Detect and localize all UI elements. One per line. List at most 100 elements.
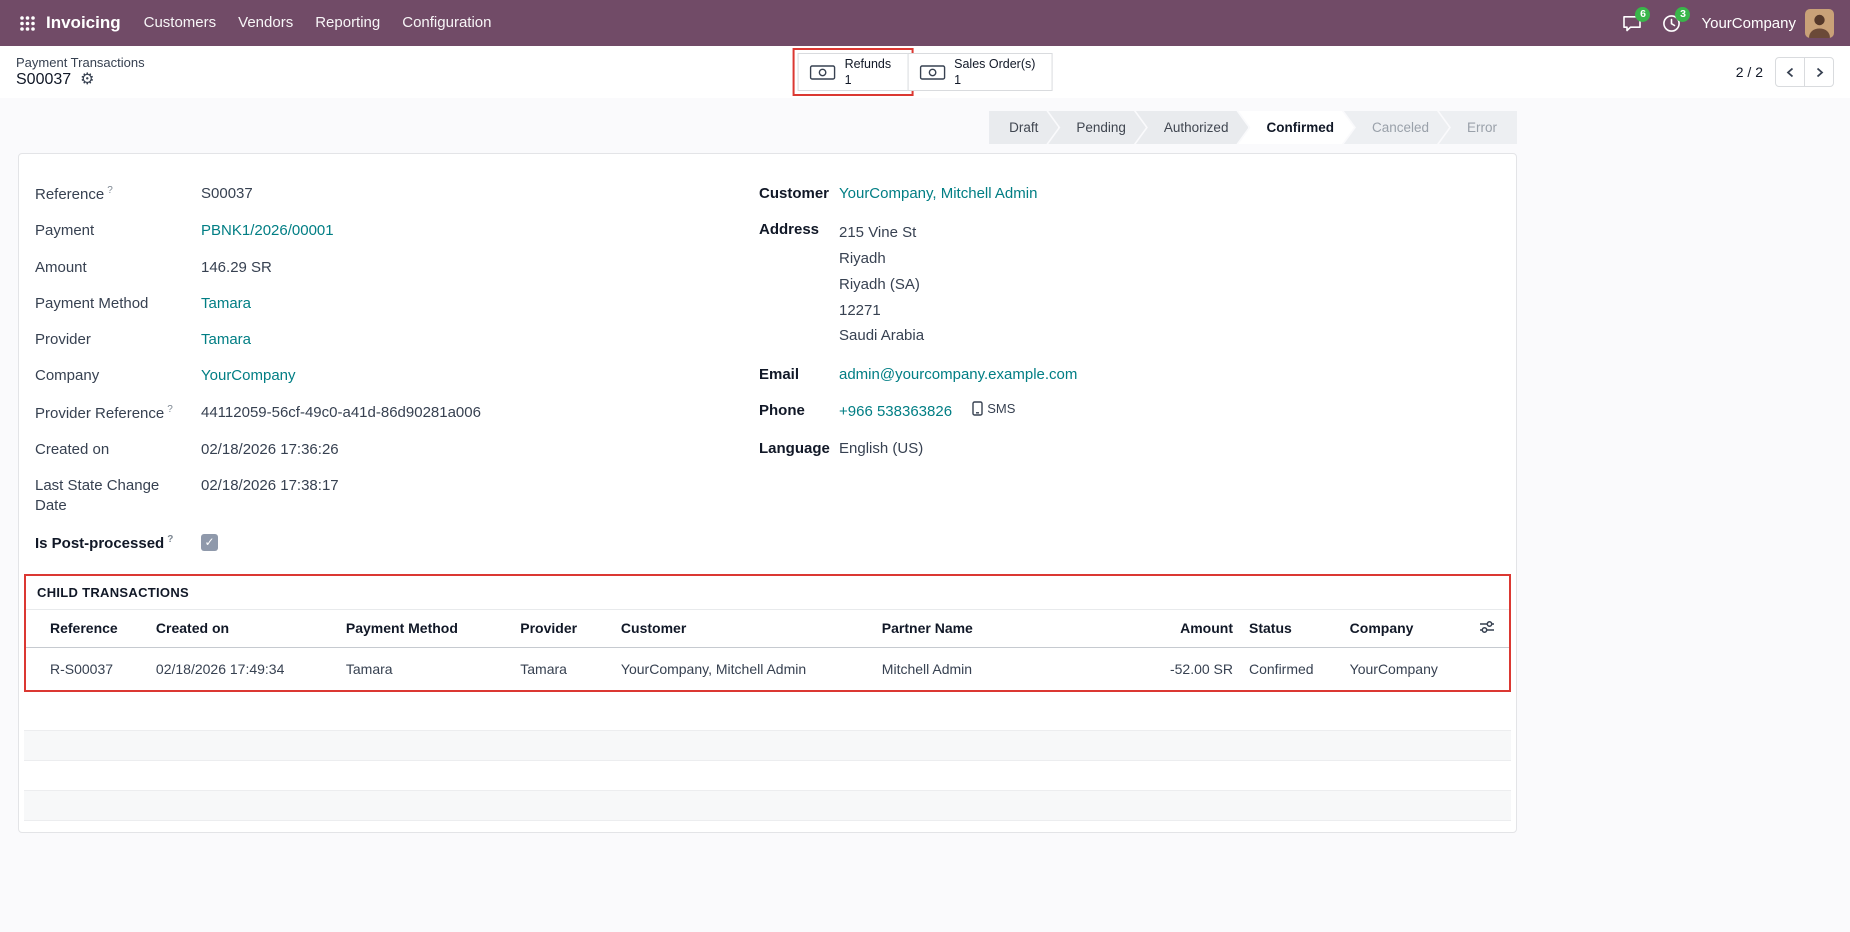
column-header-status[interactable]: Status [1241,609,1342,647]
empty-row [24,731,1511,761]
field-column-right: Customer YourCompany, Mitchell Admin Add… [759,176,1500,562]
user-avatar [1805,9,1834,38]
chevron-left-icon [1785,67,1796,78]
statusbar: Draft Pending Authorized Confirmed Cance… [989,111,1517,144]
previous-record-button[interactable] [1775,57,1805,87]
top-navbar: Invoicing Customers Vendors Reporting Co… [0,0,1850,46]
field-payment: Payment PBNK1/2026/00001 [35,213,759,249]
field-label: Language [759,439,839,459]
nav-item-reporting[interactable]: Reporting [304,0,391,46]
stage-error[interactable]: Error [1439,111,1517,144]
stage-confirmed[interactable]: Confirmed [1238,111,1354,144]
empty-row [24,791,1511,821]
sms-button[interactable]: SMS [972,401,1015,416]
nav-item-vendors[interactable]: Vendors [227,0,304,46]
column-header-amount[interactable]: Amount [1132,609,1241,647]
email-link[interactable]: admin@yourcompany.example.com [839,365,1077,385]
nav-item-configuration[interactable]: Configuration [391,0,502,46]
page-title: S00037 [16,71,71,89]
cell-partner-name: Mitchell Admin [874,647,1132,690]
field-last-state-change: Last State Change Date 02/18/2026 17:38:… [35,468,759,525]
field-value: 02/18/2026 17:36:26 [201,440,339,460]
company-link[interactable]: YourCompany [201,366,296,386]
field-label: Phone [759,401,839,421]
control-panel: Payment Transactions S00037 ⚙ Refunds 1 … [0,46,1850,98]
app-name[interactable]: Invoicing [46,13,121,33]
empty-row [24,761,1511,791]
refunds-stat-button[interactable]: Refunds 1 [798,53,909,91]
chevron-right-icon [1814,67,1825,78]
column-header-created-on[interactable]: Created on [148,609,338,647]
column-header-customer[interactable]: Customer [613,609,874,647]
optional-columns-icon [1479,620,1495,634]
field-customer: Customer YourCompany, Mitchell Admin [759,176,1500,212]
address-line: 215 Vine St [839,220,924,246]
user-menu[interactable]: YourCompany [1701,9,1834,38]
cell-provider: Tamara [512,647,613,690]
address-line: 12271 [839,298,924,324]
nav-item-customers[interactable]: Customers [133,0,228,46]
customer-link[interactable]: YourCompany, Mitchell Admin [839,184,1037,204]
gear-icon[interactable]: ⚙ [80,72,94,88]
field-is-post-processed: Is Post-processed [35,525,759,562]
stat-value: 1 [845,72,852,88]
stage-canceled[interactable]: Canceled [1344,111,1449,144]
column-header-partner-name[interactable]: Partner Name [874,609,1132,647]
stat-label: Sales Order(s) [954,56,1035,72]
field-label: Is Post-processed [35,533,201,554]
field-phone: Phone +966 538363826 SMS [759,393,1500,430]
field-address: Address 215 Vine St Riyadh Riyadh (SA) 1… [759,212,1500,357]
stage-draft[interactable]: Draft [989,111,1058,144]
sms-label: SMS [987,401,1015,416]
field-label: Amount [35,258,201,278]
provider-link[interactable]: Tamara [201,330,251,350]
address-value: 215 Vine St Riyadh Riyadh (SA) 12271 Sau… [839,220,924,349]
phone-link[interactable]: +966 538363826 [839,403,952,420]
field-company: Company YourCompany [35,358,759,394]
column-header-payment-method[interactable]: Payment Method [338,609,512,647]
apps-grid-icon[interactable] [10,6,44,40]
breadcrumb-block: Payment Transactions S00037 ⚙ [16,55,145,89]
is-post-processed-checkbox[interactable] [201,534,218,551]
cell-customer: YourCompany, Mitchell Admin [613,647,874,690]
money-icon [919,65,945,80]
form-status-header: Draft Pending Authorized Confirmed Cance… [18,98,1517,153]
sales-orders-stat-button[interactable]: Sales Order(s) 1 [907,53,1052,91]
child-transactions-title: Child Transactions [26,585,1509,609]
stage-authorized[interactable]: Authorized [1136,111,1249,144]
cell-amount: -52.00 SR [1132,647,1241,690]
field-label: Reference [35,184,201,205]
field-provider: Provider Tamara [35,322,759,358]
field-email: Email admin@yourcompany.example.com [759,357,1500,393]
column-header-reference[interactable]: Reference [26,609,148,647]
activities-button[interactable]: 3 [1662,14,1681,33]
field-label: Provider [35,330,201,350]
cell-payment-method: Tamara [338,647,512,690]
column-header-company[interactable]: Company [1342,609,1460,647]
field-label: Provider Reference [35,403,201,424]
field-amount: Amount 146.29 SR [35,250,759,286]
table-row[interactable]: R-S00037 02/18/2026 17:49:34 Tamara Tama… [26,647,1509,690]
payment-method-link[interactable]: Tamara [201,294,251,314]
next-record-button[interactable] [1804,57,1834,87]
field-provider-reference: Provider Reference 44112059-56cf-49c0-a4… [35,395,759,432]
cell-company: YourCompany [1342,647,1460,690]
form-sheet: Reference S00037 Payment PBNK1/2026/0000… [18,153,1517,833]
stage-pending[interactable]: Pending [1048,111,1146,144]
avatar-image [1805,9,1834,38]
optional-columns-button[interactable] [1459,609,1509,647]
field-value: S00037 [201,184,253,204]
address-line: Saudi Arabia [839,323,924,349]
field-label: Company [35,366,201,386]
field-payment-method: Payment Method Tamara [35,286,759,322]
field-language: Language English (US) [759,431,1500,467]
empty-row [24,701,1511,731]
field-column-left: Reference S00037 Payment PBNK1/2026/0000… [35,176,759,562]
payment-link[interactable]: PBNK1/2026/00001 [201,221,334,241]
column-header-provider[interactable]: Provider [512,609,613,647]
table-header-row: Reference Created on Payment Method Prov… [26,609,1509,647]
sms-phone-icon [972,401,983,416]
money-icon [810,65,836,80]
messages-button[interactable]: 6 [1622,14,1642,32]
breadcrumb[interactable]: Payment Transactions [16,55,145,70]
